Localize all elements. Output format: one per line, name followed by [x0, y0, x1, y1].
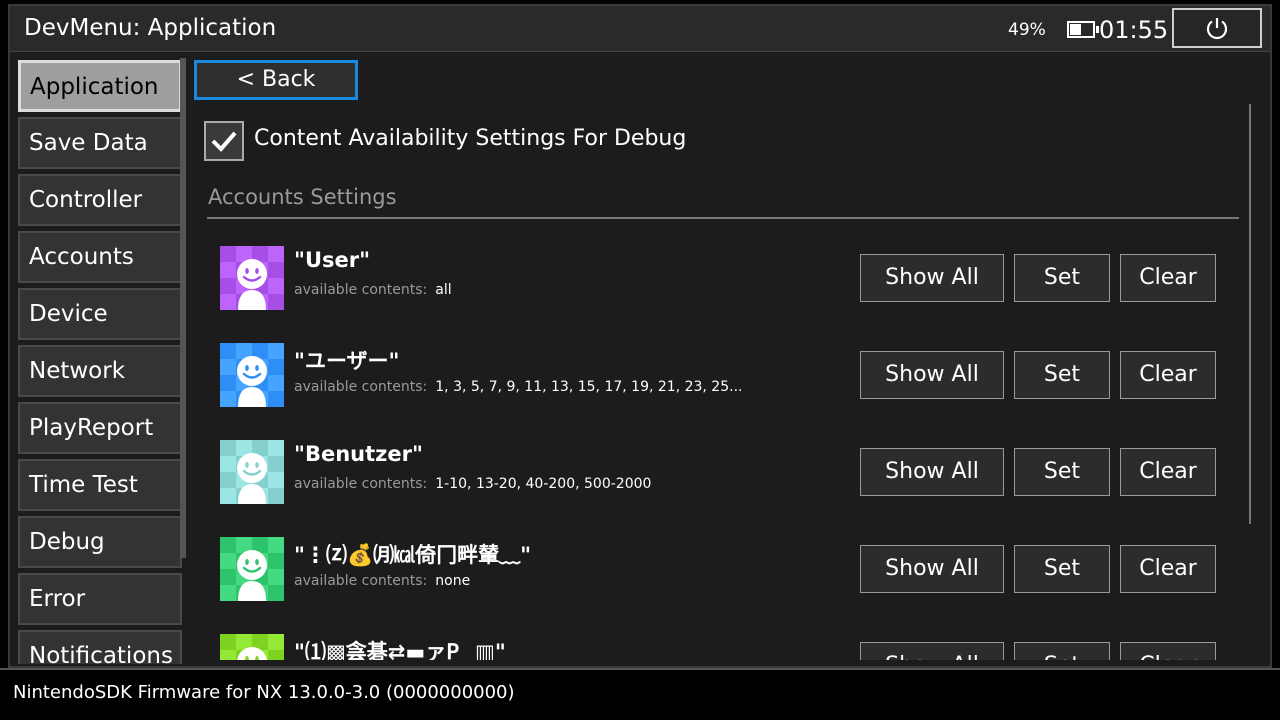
avatar [220, 246, 284, 310]
available-value: none [435, 573, 471, 589]
account-row: "User" available contents: all Show All S… [190, 230, 1240, 310]
clear-button[interactable]: Clear [1120, 351, 1216, 399]
available-label: available contents: [294, 476, 428, 492]
account-name: "⑴▩侌碁⇄▬ァ𝖯▁▥" [294, 640, 506, 660]
account-name: "User" [294, 248, 371, 272]
power-button[interactable] [1172, 8, 1262, 48]
available-value: 1-10, 13-20, 40-200, 500-2000 [435, 476, 652, 492]
available-value: all [435, 282, 452, 298]
content-scrollbar[interactable] [1249, 104, 1251, 524]
show-all-button[interactable]: Show All [860, 642, 1004, 660]
debug-settings-checkbox[interactable] [204, 121, 244, 161]
show-all-button[interactable]: Show All [860, 545, 1004, 593]
firmware-info: NintendoSDK Firmware for NX 13.0.0-3.0 (… [13, 682, 515, 703]
show-all-button[interactable]: Show All [860, 254, 1004, 302]
battery-percent: 49% [1008, 20, 1046, 40]
accounts-list: "User" available contents: all Show All S… [190, 230, 1240, 660]
set-button[interactable]: Set [1014, 545, 1110, 593]
account-contents: available contents: none [294, 573, 470, 589]
avatar [220, 537, 284, 601]
sidebar-item-debug[interactable]: Debug [18, 516, 182, 568]
clear-button[interactable]: Clear [1120, 545, 1216, 593]
sidebar-item-accounts[interactable]: Accounts [18, 231, 182, 283]
battery-level [1070, 24, 1081, 35]
clear-button[interactable]: Clear [1120, 642, 1216, 660]
set-button[interactable]: Set [1014, 351, 1110, 399]
account-contents: available contents: 1-10, 13-20, 40-200, … [294, 476, 651, 492]
sidebar-item-save-data[interactable]: Save Data [18, 117, 182, 169]
account-name: "Benutzer" [294, 442, 423, 466]
avatar [220, 634, 284, 660]
header-bar: DevMenu: Application 49% 01:55 [10, 6, 1270, 52]
available-label: available contents: [294, 282, 428, 298]
account-row: "⑴▩侌碁⇄▬ァ𝖯▁▥" available contents: Show Al… [190, 618, 1240, 660]
sidebar-item-application[interactable]: Application [18, 60, 182, 112]
sidebar-item-controller[interactable]: Controller [18, 174, 182, 226]
account-contents: available contents: all [294, 282, 452, 298]
sidebar: Application Save Data Controller Account… [16, 56, 186, 664]
clock: 01:55 [1099, 16, 1169, 44]
set-button[interactable]: Set [1014, 254, 1110, 302]
account-name: "⋮⒵💰㈪㎉倚冂畔輦﹏" [294, 543, 532, 567]
sidebar-scrollbar[interactable] [180, 58, 186, 558]
sidebar-item-network[interactable]: Network [18, 345, 182, 397]
battery-icon [1067, 21, 1099, 38]
section-divider [207, 217, 1239, 219]
sidebar-item-notifications[interactable]: Notifications [18, 630, 182, 664]
sidebar-item-error[interactable]: Error [18, 573, 182, 625]
sidebar-item-playreport[interactable]: PlayReport [18, 402, 182, 454]
clear-button[interactable]: Clear [1120, 254, 1216, 302]
sidebar-item-time-test[interactable]: Time Test [18, 459, 182, 511]
checkbox-label: Content Availability Settings For Debug [254, 126, 687, 151]
show-all-button[interactable]: Show All [860, 448, 1004, 496]
account-row: "ユーザー" available contents: 1, 3, 5, 7, 9,… [190, 327, 1240, 407]
footer-bar: NintendoSDK Firmware for NX 13.0.0-3.0 (… [0, 668, 1280, 720]
available-value: 1, 3, 5, 7, 9, 11, 13, 15, 17, 19, 21, 2… [435, 379, 743, 395]
avatar [220, 440, 284, 504]
back-button[interactable]: < Back [194, 60, 358, 100]
account-row: "⋮⒵💰㈪㎉倚冂畔輦﹏" available contents: none Sho… [190, 521, 1240, 601]
set-button[interactable]: Set [1014, 448, 1110, 496]
power-icon [1206, 18, 1228, 40]
account-row: "Benutzer" available contents: 1-10, 13-2… [190, 424, 1240, 504]
available-label: available contents: [294, 573, 428, 589]
avatar [220, 343, 284, 407]
section-title: Accounts Settings [208, 185, 397, 209]
available-label: available contents: [294, 379, 428, 395]
clear-button[interactable]: Clear [1120, 448, 1216, 496]
sidebar-item-device[interactable]: Device [18, 288, 182, 340]
account-contents: available contents: 1, 3, 5, 7, 9, 11, 13… [294, 379, 742, 395]
set-button[interactable]: Set [1014, 642, 1110, 660]
page-title: DevMenu: Application [24, 15, 277, 41]
show-all-button[interactable]: Show All [860, 351, 1004, 399]
account-name: "ユーザー" [294, 349, 400, 373]
checkmark-icon [211, 131, 237, 152]
